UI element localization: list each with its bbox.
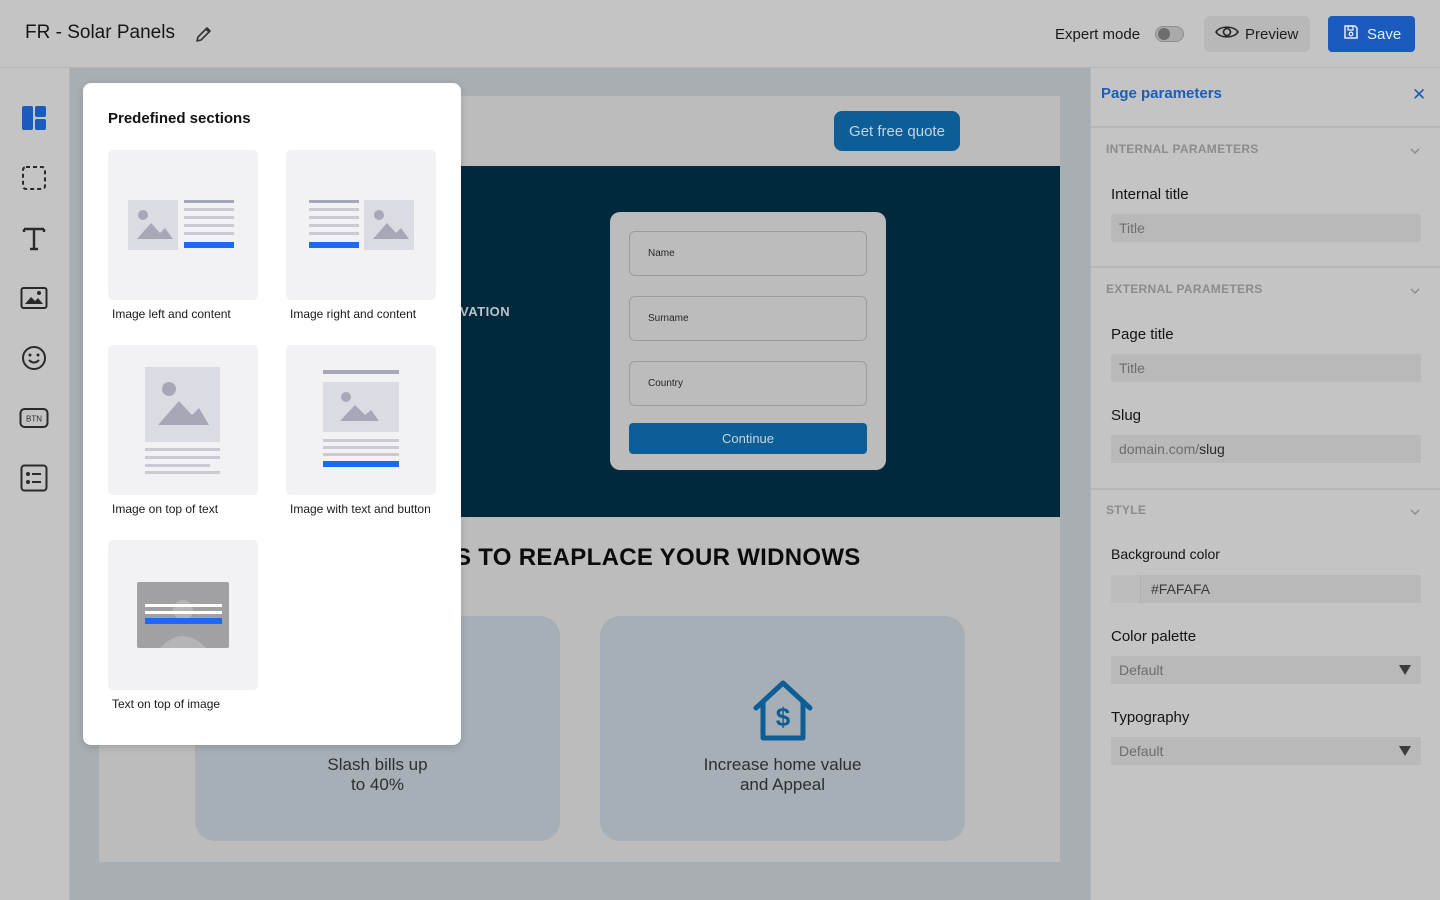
divider [1091,126,1440,128]
internal-title-input[interactable]: Title [1111,214,1421,242]
color-swatch[interactable] [1111,575,1141,603]
predefined-sections-panel: Predefined sections Image left and conte… [83,83,461,745]
save-button[interactable]: Save [1328,16,1415,52]
continue-button[interactable]: Continue [629,423,867,454]
template-image-right-content[interactable] [286,150,436,300]
country-field[interactable]: Country [629,361,867,406]
edit-title-pencil-icon[interactable] [194,24,214,44]
template-label: Image right and content [290,307,417,321]
floppy-disk-icon [1343,24,1359,44]
lead-form: Name Surname Country Continue [610,212,886,470]
left-toolbar: BTN [0,68,70,900]
background-color-value: #FAFAFA [1151,581,1211,597]
section-select-icon[interactable] [18,162,50,194]
benefit-card-text: Increase home value and Appeal [703,755,862,794]
background-color-input[interactable]: #FAFAFA [1111,575,1421,603]
save-label: Save [1367,25,1402,43]
template-image-left-content[interactable] [108,150,258,300]
chevron-down-icon[interactable] [1409,144,1421,156]
slug-value: slug [1199,441,1225,457]
internal-title-label: Internal title [1111,186,1189,203]
template-text-on-image[interactable] [108,540,258,690]
close-icon[interactable]: ✕ [1412,85,1426,105]
template-label: Text on top of image [112,697,221,711]
surname-field[interactable]: Surname [629,296,867,341]
chevron-down-icon[interactable] [1409,284,1421,296]
template-label: Image left and content [112,307,231,321]
divider [1091,266,1440,268]
background-color-label: Background color [1111,546,1220,562]
image-icon[interactable] [18,282,50,314]
color-palette-value: Default [1119,662,1164,678]
top-bar: FR - Solar Panels Expert mode Preview Sa… [0,0,1440,68]
toggle-knob [1158,28,1170,40]
template-label: Image with text and button [290,502,431,516]
dropdown-caret-icon [1399,746,1411,756]
page-parameters-panel: Page parameters ✕ INTERNAL PARAMETERS In… [1090,68,1440,900]
page-title-input[interactable]: Title [1111,354,1421,382]
external-parameters-header[interactable]: EXTERNAL PARAMETERS [1106,282,1263,296]
color-palette-select[interactable]: Default [1111,656,1421,684]
expert-mode-label: Expert mode [1055,26,1141,43]
style-header[interactable]: STYLE [1106,503,1146,517]
name-field[interactable]: Name [629,231,867,276]
divider [1091,488,1440,490]
color-palette-label: Color palette [1111,628,1197,645]
house-dollar-icon: $ [750,678,816,749]
svg-text:BTN: BTN [26,415,42,424]
benefit-card[interactable]: $ Increase home value and Appeal [600,616,965,841]
template-image-text-button[interactable] [286,345,436,495]
benefit-card-text: Slash bills up to 40% [327,755,428,794]
preview-button[interactable]: Preview [1204,16,1310,52]
emoji-icon[interactable] [18,342,50,374]
slug-input[interactable]: domain.com/slug [1111,435,1421,463]
dropdown-caret-icon [1399,665,1411,675]
typography-label: Typography [1111,709,1190,726]
layout-icon[interactable] [18,102,50,134]
button-icon[interactable]: BTN [18,402,50,434]
internal-parameters-header[interactable]: INTERNAL PARAMETERS [1106,142,1259,156]
preview-label: Preview [1245,25,1299,43]
panel-title: Page parameters [1101,85,1222,102]
hero-headline: VATION [460,304,511,319]
expert-mode-toggle[interactable] [1155,26,1184,42]
slug-label: Slug [1111,407,1142,424]
slug-prefix: domain.com/ [1119,441,1200,457]
template-label: Image on top of text [112,502,219,516]
get-free-quote-button[interactable]: Get free quote [834,111,960,151]
page-title-label: Page title [1111,326,1174,343]
form-icon[interactable] [18,462,50,494]
template-image-top-text[interactable] [108,345,258,495]
page-title: FR - Solar Panels [25,22,175,43]
typography-select[interactable]: Default [1111,737,1421,765]
predefined-sections-title: Predefined sections [108,110,251,127]
svg-text:$: $ [776,702,791,732]
typography-value: Default [1119,743,1164,759]
eye-icon [1215,24,1239,44]
text-icon[interactable] [18,222,50,254]
chevron-down-icon[interactable] [1409,505,1421,517]
